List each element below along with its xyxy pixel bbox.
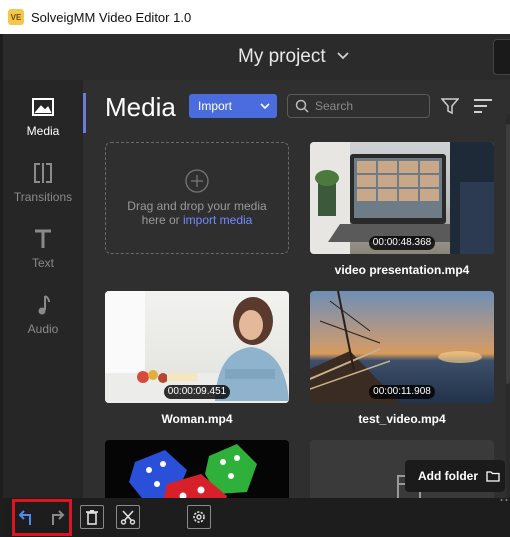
music-note-icon <box>38 295 50 315</box>
trash-icon <box>86 510 98 525</box>
media-clip[interactable]: 00:00:09.451 Woman.mp4 <box>105 291 289 426</box>
chevron-down-icon <box>260 103 270 110</box>
project-header: My project <box>3 34 510 80</box>
window-titlebar: VE SolveigMM Video Editor 1.0 <box>0 0 510 34</box>
sidebar-item-label: Text <box>31 256 54 270</box>
add-circle-icon <box>185 169 209 193</box>
drop-zone[interactable]: Drag and drop your media here or import … <box>105 142 289 254</box>
media-scrollbar[interactable] <box>506 114 510 498</box>
clip-thumbnail <box>105 440 289 498</box>
clip-duration: 00:00:09.451 <box>164 385 230 399</box>
project-title[interactable]: My project <box>238 46 326 68</box>
clip-thumbnail: 00:00:48.368 <box>310 142 494 254</box>
window-title: SolveigMM Video Editor 1.0 <box>31 9 192 25</box>
delete-button[interactable] <box>80 505 104 529</box>
media-clip[interactable]: 00:00:48.368 video presentation.mp4 <box>310 142 494 277</box>
clip-name: Woman.mp4 <box>161 412 233 426</box>
filter-icon[interactable] <box>441 97 459 115</box>
cut-icon <box>120 510 136 525</box>
transitions-icon <box>34 163 52 183</box>
clip-thumbnail: 00:00:11.908 <box>310 291 494 403</box>
add-folder-label: Add folder <box>418 469 478 483</box>
clip-name: video presentation.mp4 <box>334 263 470 277</box>
sidebar-item-label: Media <box>26 124 60 138</box>
media-panel: Media Import Search Drag and drop your m… <box>83 80 510 498</box>
clip-thumbnail: 00:00:09.451 <box>105 291 289 403</box>
chevron-down-icon[interactable] <box>336 48 350 62</box>
media-clip[interactable] <box>105 440 289 498</box>
app-logo-icon: VE <box>8 9 24 25</box>
clip-name: test_video.mp4 <box>358 412 446 426</box>
import-button-label: Import <box>198 99 233 113</box>
search-input[interactable] <box>315 99 425 113</box>
settings-icon <box>193 511 205 523</box>
sidebar-item-transitions[interactable]: Transitions <box>3 160 83 220</box>
sidebar: Media Transitions Text Audio <box>3 80 83 498</box>
search-icon <box>295 99 309 113</box>
undo-icon <box>18 510 31 525</box>
sidebar-item-media[interactable]: Media <box>3 94 83 154</box>
sidebar-item-label: Audio <box>27 322 59 336</box>
drop-zone-text: Drag and drop your media here or import … <box>127 199 267 227</box>
sidebar-item-label: Transitions <box>13 190 73 204</box>
bottom-toolbar <box>3 498 510 537</box>
redo-icon <box>52 510 65 525</box>
clip-duration: 00:00:11.908 <box>369 385 435 399</box>
import-media-link[interactable]: import media <box>183 213 252 227</box>
clip-duration: 00:00:48.368 <box>369 236 435 250</box>
sort-icon[interactable] <box>473 97 493 115</box>
search-box <box>287 94 430 118</box>
scrollbar-thumb[interactable] <box>506 124 510 384</box>
media-clip[interactable]: 00:00:11.908 test_video.mp4 <box>310 291 494 426</box>
sidebar-item-text[interactable]: Text <box>3 226 83 286</box>
import-button[interactable]: Import <box>189 94 277 118</box>
undo-button[interactable] <box>16 505 40 529</box>
sidebar-item-audio[interactable]: Audio <box>3 292 83 352</box>
image-icon <box>32 98 54 116</box>
folder-icon <box>486 471 500 482</box>
app-frame: My project Media Transitions Text Audio … <box>3 34 510 537</box>
text-icon <box>35 229 51 248</box>
add-folder-button[interactable]: Add folder <box>405 460 505 492</box>
side-panel-tab[interactable] <box>493 39 510 75</box>
resize-grip-icon[interactable] <box>500 498 508 502</box>
active-section-indicator <box>83 93 86 133</box>
panel-title: Media <box>105 92 176 122</box>
cut-button[interactable] <box>116 505 140 529</box>
redo-button[interactable] <box>43 505 67 529</box>
settings-button[interactable] <box>187 505 211 529</box>
